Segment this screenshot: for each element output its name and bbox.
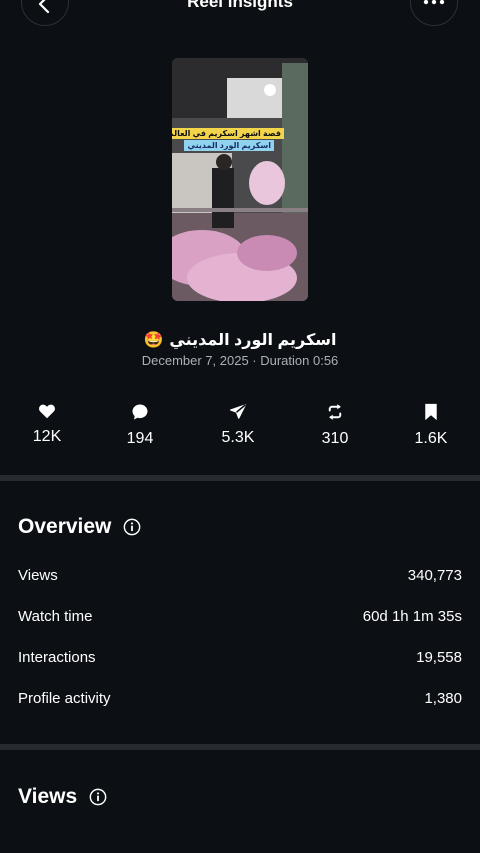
stat-likes[interactable]: 12K	[2, 403, 92, 446]
heart-icon	[39, 404, 55, 419]
likes-count: 12K	[32, 428, 62, 445]
row-value: 60d 1h 1m 35s	[362, 608, 462, 625]
stat-shares[interactable]: 5.3K	[193, 403, 283, 447]
views-heading: Views	[18, 785, 107, 809]
stat-reposts[interactable]: 310	[290, 403, 380, 448]
star-struck-emoji: 🤩	[143, 332, 164, 349]
row-label: Watch time	[18, 608, 93, 625]
info-icon[interactable]	[123, 518, 141, 536]
overview-title: Overview	[18, 515, 112, 538]
more-button[interactable]	[410, 0, 458, 26]
info-icon[interactable]	[89, 788, 107, 806]
shares-count: 5.3K	[221, 429, 255, 446]
repost-icon	[328, 404, 342, 420]
comments-count: 194	[126, 430, 154, 447]
page-title: Reel insights	[187, 0, 293, 11]
thumbnail-caption-2: اسكريم الورد المديني	[184, 140, 274, 151]
reposts-count: 310	[321, 430, 349, 447]
overview-row-watch-time: Watch time 60d 1h 1m 35s	[18, 608, 462, 626]
comment-icon	[132, 404, 148, 420]
divider	[0, 744, 480, 750]
reel-thumbnail[interactable]: قصة اشهر اسكريم في العالم اسكريم الورد ا…	[172, 58, 308, 301]
row-value: 1,380	[424, 690, 462, 707]
overview-row-interactions: Interactions 19,558	[18, 649, 462, 667]
more-horizontal-icon	[423, 0, 445, 5]
row-label: Interactions	[18, 649, 96, 666]
stat-saves[interactable]: 1.6K	[386, 403, 476, 448]
row-value: 19,558	[416, 649, 462, 666]
share-icon	[229, 404, 247, 419]
views-title: Views	[18, 785, 78, 808]
saves-count: 1.6K	[414, 430, 448, 447]
top-bar: Reel insights	[0, 0, 480, 30]
stat-comments[interactable]: 194	[95, 403, 185, 448]
row-label: Views	[18, 567, 58, 584]
divider	[0, 475, 480, 481]
overview-heading: Overview	[18, 515, 141, 539]
row-value: 340,773	[407, 567, 462, 584]
overview-row-profile-activity: Profile activity 1,380	[18, 690, 462, 708]
thumbnail-caption-1: قصة اشهر اسكريم في العالم	[172, 128, 284, 139]
reel-meta: December 7, 2025 · Duration 0:56	[141, 353, 339, 368]
overview-row-views: Views 340,773	[18, 567, 462, 585]
reel-title-text: اسكريم الورد المديني	[169, 332, 337, 349]
bookmark-icon	[425, 403, 437, 421]
reel-title: 🤩 اسكريم الورد المديني	[0, 331, 480, 351]
reel-thumbnail-image	[172, 58, 308, 301]
row-label: Profile activity	[18, 690, 111, 707]
